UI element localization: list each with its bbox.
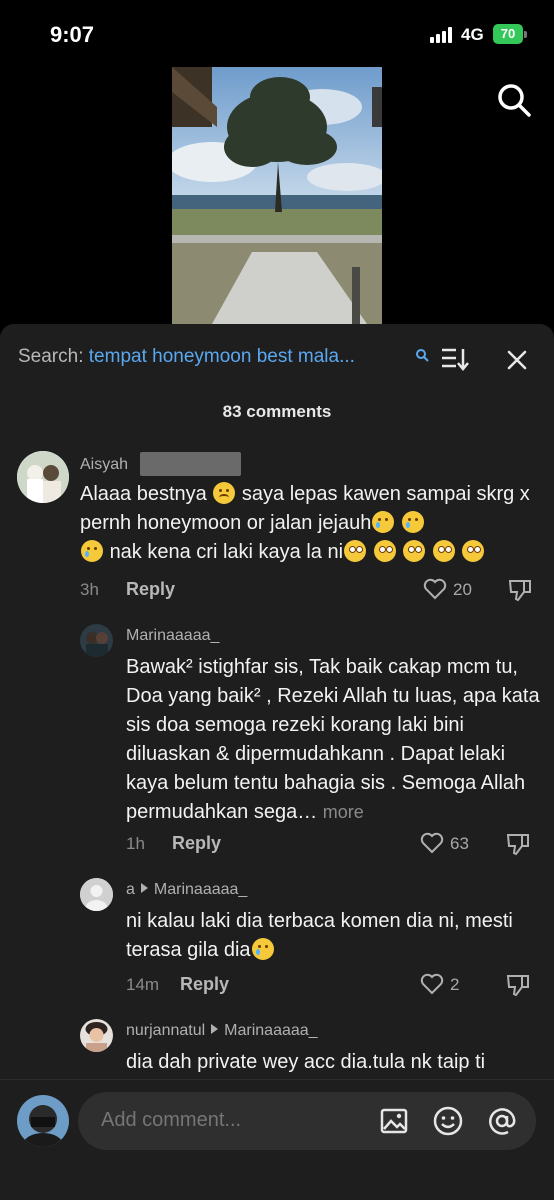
like-count: 20: [453, 580, 472, 599]
like-count: 2: [450, 975, 460, 994]
reply-button[interactable]: Reply: [126, 579, 175, 600]
reply-button[interactable]: Reply: [180, 974, 229, 995]
search-icon: [416, 349, 429, 362]
pleading-emoji-icon: [373, 540, 396, 562]
status-time: 9:07: [50, 22, 95, 47]
dislike-icon[interactable]: [507, 578, 533, 602]
reply-button[interactable]: Reply: [172, 833, 221, 854]
dislike-icon[interactable]: [505, 832, 531, 856]
like-count: 63: [450, 834, 469, 853]
status-bar: 9:07 4G 70: [0, 0, 554, 66]
comment-username[interactable]: Marinaaaaa_: [126, 627, 219, 645]
pleading-emoji-icon: [344, 540, 367, 562]
comments-sheet: Search: tempat honeymoon best mala... 83…: [0, 324, 554, 1199]
battery-icon: 70: [493, 24, 523, 44]
image-icon[interactable]: [378, 1105, 410, 1137]
username-link[interactable]: nurjannatul: [126, 1022, 205, 1039]
comment-text: Alaaa bestnya saya lepas kawen sampai sk…: [80, 482, 530, 563]
sort-icon[interactable]: [440, 346, 470, 372]
avatar[interactable]: [80, 1019, 113, 1052]
my-avatar[interactable]: [17, 1095, 69, 1147]
frown-emoji-icon: [213, 482, 236, 504]
video-preview[interactable]: [172, 67, 382, 324]
reply-arrow-icon: [140, 883, 148, 893]
avatar[interactable]: [17, 451, 69, 503]
comment-input-box[interactable]: [78, 1092, 536, 1150]
close-icon[interactable]: [505, 348, 529, 372]
redacted-block: [140, 452, 241, 476]
comment-input[interactable]: [101, 1109, 361, 1132]
comment-time: 14m: [126, 975, 160, 994]
comment-composer: [0, 1079, 554, 1200]
pleading-emoji-icon: [462, 540, 485, 562]
signal-icon: [430, 27, 454, 43]
crying-emoji-icon: [251, 938, 274, 960]
pleading-emoji-icon: [432, 540, 455, 562]
crying-emoji-icon: [401, 511, 424, 533]
more-link[interactable]: more: [323, 802, 364, 822]
comment-time: 3h: [80, 580, 99, 599]
reply-to-username[interactable]: Marinaaaaa_: [154, 881, 247, 898]
comment-username[interactable]: Aisyah: [80, 456, 128, 474]
comment-text: ni kalau laki dia terbaca komen dia ni, …: [126, 910, 513, 961]
network-type: 4G: [461, 25, 484, 44]
username-link[interactable]: a: [126, 881, 135, 898]
search-label: Search:: [18, 346, 84, 367]
comment-text: Bawak² istighfar sis, Tak baik cakap mcm…: [126, 656, 540, 823]
search-icon[interactable]: [496, 82, 532, 118]
dislike-icon[interactable]: [505, 973, 531, 997]
heart-icon[interactable]: [423, 578, 447, 600]
avatar[interactable]: [80, 878, 113, 911]
heart-icon[interactable]: [420, 832, 444, 854]
search-suggestion[interactable]: Search: tempat honeymoon best mala...: [18, 346, 355, 374]
comment-username: a Marinaaaaa_: [126, 881, 247, 899]
reply-to-username[interactable]: Marinaaaaa_: [224, 1022, 317, 1039]
avatar[interactable]: [80, 624, 113, 657]
reply-arrow-icon: [211, 1024, 219, 1034]
pleading-emoji-icon: [403, 540, 426, 562]
comments-count: 83 comments: [222, 402, 332, 421]
search-query-link[interactable]: tempat honeymoon best mala...: [89, 346, 355, 367]
battery-nub: [524, 31, 527, 38]
emoji-icon[interactable]: [432, 1105, 464, 1137]
mention-icon[interactable]: [486, 1105, 518, 1137]
crying-emoji-icon: [372, 511, 395, 533]
heart-icon[interactable]: [420, 973, 444, 995]
comment-text: dia dah private wey acc dia.tula nk taip…: [126, 1051, 486, 1073]
comment-time: 1h: [126, 834, 145, 853]
crying-emoji-icon: [81, 540, 103, 562]
comment-username: nurjannatul Marinaaaaa_: [126, 1022, 318, 1040]
